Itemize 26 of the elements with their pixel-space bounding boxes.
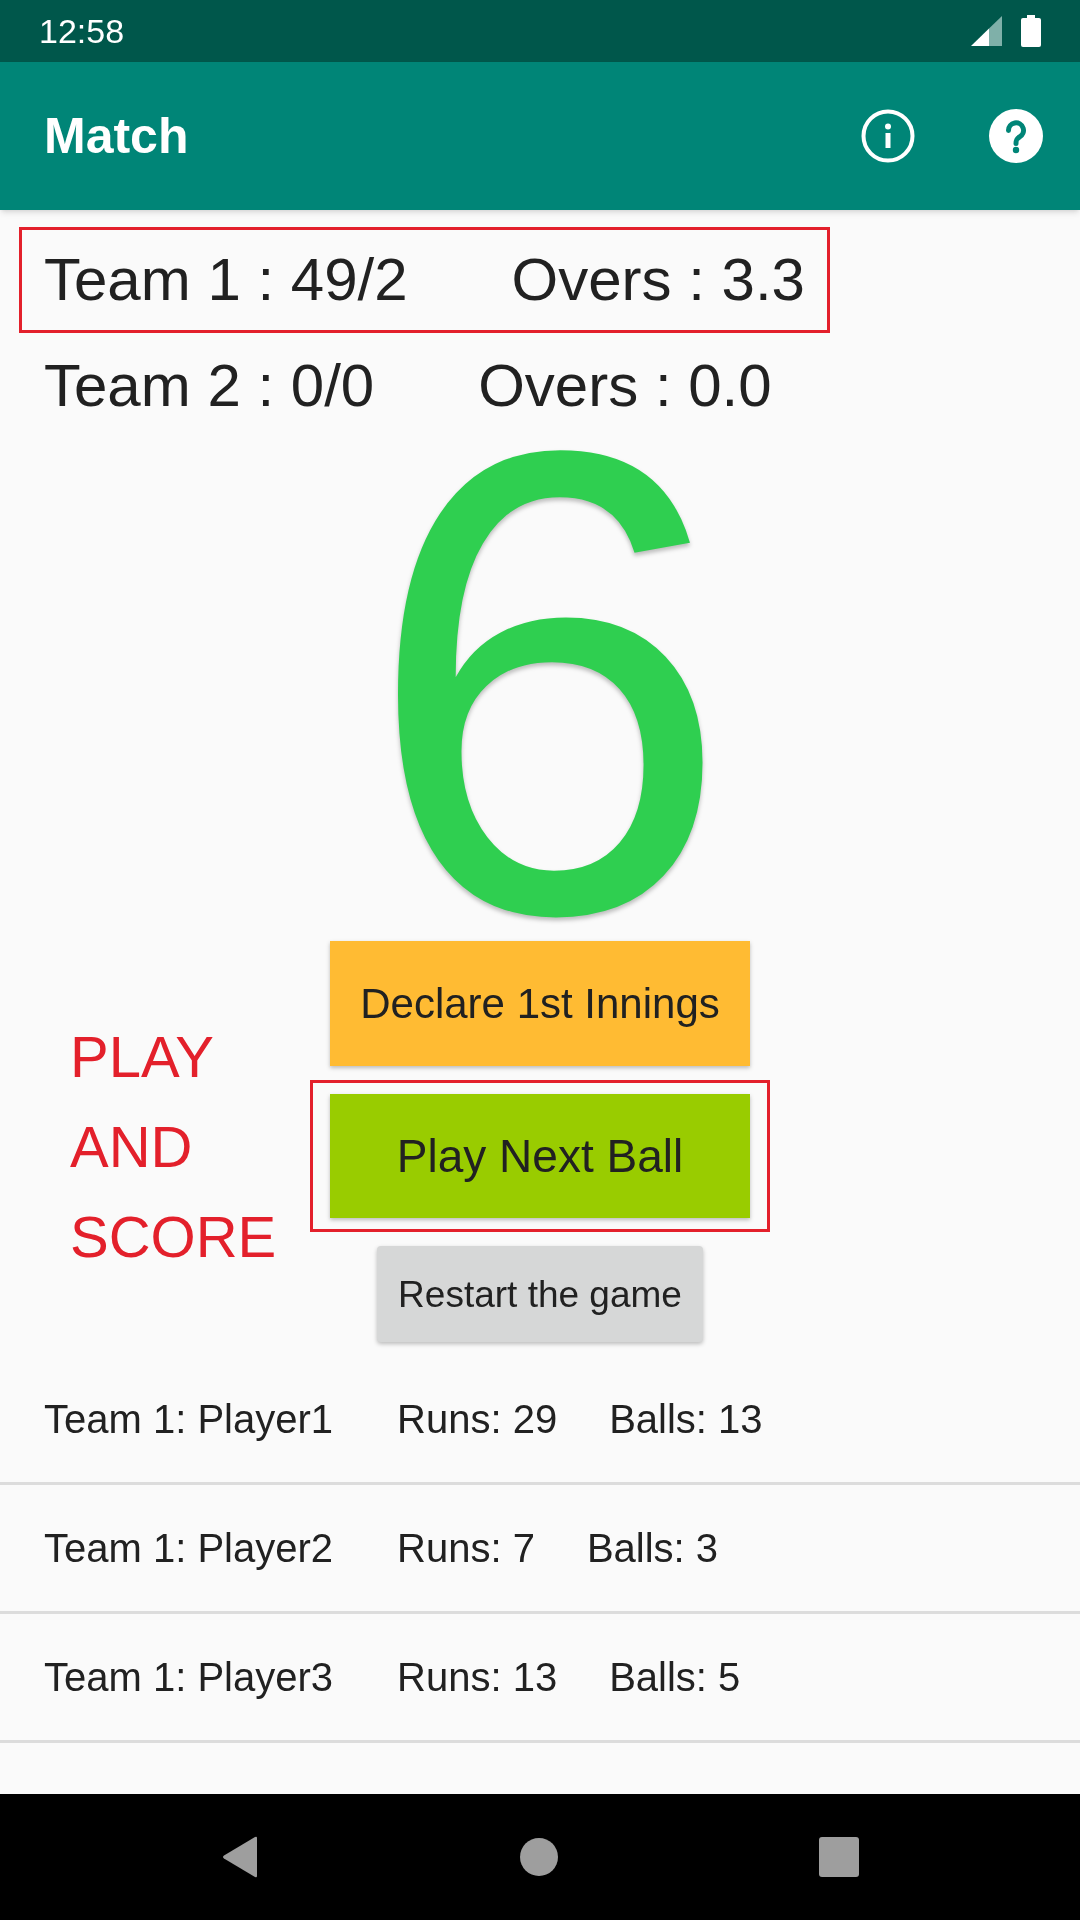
app-title: Match (44, 111, 189, 161)
callout-text: PLAY AND SCORE (70, 1023, 278, 1271)
info-icon[interactable] (861, 109, 915, 163)
balls-text: Balls: 3 (586, 1528, 719, 1569)
play-next-ball-button[interactable]: Play Next Ball (330, 1094, 750, 1219)
runs-text: Runs: 7 (397, 1528, 535, 1569)
player-name: Team 1: Player2 (44, 1528, 334, 1569)
player-name: Team 1: Player3 (44, 1657, 334, 1698)
back-icon[interactable] (221, 1836, 259, 1878)
home-icon[interactable] (520, 1838, 558, 1876)
balls-text: Balls: 13 (609, 1399, 763, 1440)
player-name: Team 1: Player1 (44, 1399, 334, 1440)
runs-text: Runs: 13 (397, 1657, 558, 1698)
restart-game-button[interactable]: Restart the game (377, 1246, 703, 1343)
last-ball-runs: 6 (364, 439, 732, 928)
declare-innings-button[interactable]: Declare 1st Innings (330, 941, 750, 1067)
balls-text: Balls: 5 (609, 1657, 741, 1698)
runs-text: Runs: 29 (397, 1399, 558, 1440)
status-time: 12:58 (39, 14, 125, 48)
overs-count: Overs : 0.0 (478, 356, 772, 416)
team-score: Team 2 : 0/0 (44, 356, 375, 416)
battery-icon (1021, 15, 1041, 47)
help-icon[interactable] (989, 109, 1043, 163)
signal-icon (971, 16, 1002, 46)
overs-count: Overs : 3.3 (511, 250, 805, 310)
team-score: Team 1 : 49/2 (44, 250, 408, 310)
